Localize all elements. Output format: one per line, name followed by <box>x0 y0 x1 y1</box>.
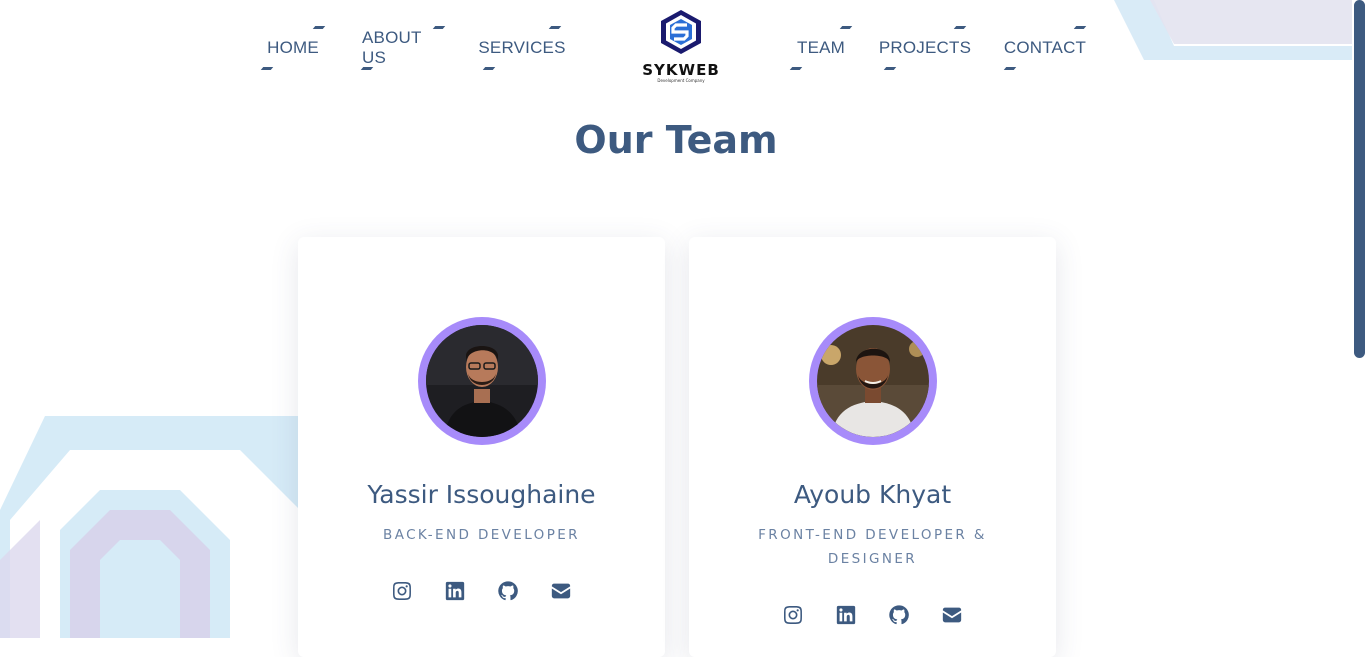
background-decoration <box>0 416 310 638</box>
nav-dash-decoration <box>883 67 897 70</box>
linkedin-icon[interactable] <box>444 579 467 602</box>
nav-services[interactable]: SERVICES <box>478 26 565 70</box>
nav-dash-decoration <box>1003 67 1017 70</box>
page-scrollbar[interactable] <box>1352 0 1366 638</box>
linkedin-icon[interactable] <box>835 603 858 626</box>
nav-projects-label: PROJECTS <box>878 38 972 57</box>
brand-logo[interactable]: SYKWEB Development Company <box>638 8 724 86</box>
avatar <box>808 317 937 445</box>
avatar-photo <box>816 325 929 437</box>
team-card: Ayoub Khyat FRONT-END DEVELOPER & DESIGN… <box>689 237 1056 657</box>
nav-dash-decoration <box>360 67 374 70</box>
social-links <box>689 603 1056 626</box>
team-card: Yassir Issoughaine BACK-END DEVELOPER <box>298 237 665 657</box>
member-role: BACK-END DEVELOPER <box>383 527 580 543</box>
member-name: Yassir Issoughaine <box>367 480 596 509</box>
member-role: FRONT-END DEVELOPER & DESIGNER <box>758 527 987 567</box>
nav-projects[interactable]: PROJECTS <box>879 26 971 70</box>
page-title: Our Team <box>574 118 778 162</box>
nav-dash-decoration <box>482 67 496 70</box>
nav-about-us[interactable]: ABOUT US <box>360 26 446 70</box>
nav-team-label: TEAM <box>796 38 846 57</box>
nav-dash-decoration <box>839 26 853 29</box>
nav-contact-label: CONTACT <box>1003 38 1087 57</box>
instagram-icon[interactable] <box>391 579 414 602</box>
nav-dash-decoration <box>789 67 803 70</box>
nav-team[interactable]: TEAM <box>789 26 853 70</box>
instagram-icon[interactable] <box>782 603 805 626</box>
github-icon[interactable] <box>888 603 911 626</box>
logo-text: SYKWEB <box>642 61 720 79</box>
nav-dash-decoration <box>312 26 326 29</box>
nav-about-label: ABOUT US <box>362 28 422 67</box>
nav-contact[interactable]: CONTACT <box>1003 26 1087 70</box>
nav-home-label: HOME <box>267 38 319 57</box>
envelope-icon[interactable] <box>941 603 964 626</box>
avatar <box>417 317 546 445</box>
envelope-icon[interactable] <box>550 579 573 602</box>
member-name: Ayoub Khyat <box>793 480 952 509</box>
avatar-photo <box>425 325 538 437</box>
nav-dash-decoration <box>1073 26 1087 29</box>
nav-dash-decoration <box>953 26 967 29</box>
nav-dash-decoration <box>260 67 274 70</box>
nav-home[interactable]: HOME <box>260 26 326 70</box>
social-links <box>298 579 665 602</box>
nav-dash-decoration <box>548 26 562 29</box>
logo-icon <box>661 10 701 54</box>
github-icon[interactable] <box>497 579 520 602</box>
main-nav: HOME ABOUT US SERVICES SYKWEB Developmen… <box>0 0 1352 100</box>
scrollbar-thumb[interactable] <box>1354 0 1365 358</box>
nav-services-label: SERVICES <box>478 38 566 57</box>
